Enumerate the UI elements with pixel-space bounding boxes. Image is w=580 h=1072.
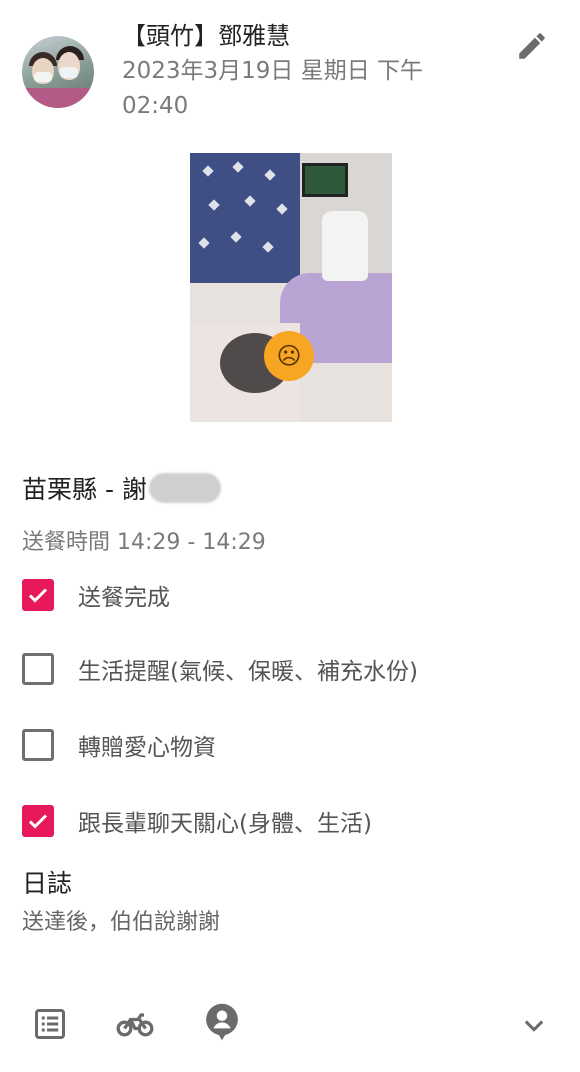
check-icon xyxy=(28,814,48,829)
client-label: 苗栗縣 - 謝 xyxy=(22,475,147,504)
photo-wall xyxy=(190,153,300,293)
avatar-shirt xyxy=(22,88,94,108)
checkbox-unchecked[interactable] xyxy=(22,653,54,685)
post-header: 【頭竹】鄧雅慧 2023年3月19日 星期日 下午 02:40 xyxy=(0,0,580,140)
chevron-down-icon xyxy=(524,1020,544,1032)
location-button[interactable] xyxy=(202,1002,242,1042)
task-delivery-complete[interactable]: 送餐完成 xyxy=(22,578,170,612)
task-label: 轉贈愛心物資 xyxy=(78,735,216,761)
photo-tv xyxy=(302,163,348,197)
photo-attachment[interactable]: ☹ xyxy=(190,153,392,422)
client-name: 苗栗縣 - 謝 xyxy=(22,470,221,506)
list-icon xyxy=(35,1009,65,1039)
task-label: 跟長輩聊天關心(身體、生活) xyxy=(78,811,372,837)
photo-bag xyxy=(322,211,368,281)
log-text: 送達後，伯伯說謝謝 xyxy=(22,910,221,935)
delivery-button[interactable] xyxy=(115,1004,155,1044)
avatar-mask-right xyxy=(60,67,78,78)
log-title: 日誌 xyxy=(22,869,73,898)
edit-button[interactable] xyxy=(512,26,552,66)
avatar-mask-left xyxy=(34,72,52,82)
delivery-time: 送餐時間 14:29 - 14:29 xyxy=(22,530,266,555)
task-label: 生活提醒(氣候、保暖、補充水份) xyxy=(78,659,418,685)
pencil-icon xyxy=(519,33,545,59)
redacted-name-blur xyxy=(148,473,221,503)
task-label: 送餐完成 xyxy=(78,585,170,611)
motorcycle-icon xyxy=(116,1013,154,1037)
task-chat-care[interactable]: 跟長輩聊天關心(身體、生活) xyxy=(22,804,372,838)
author-avatar[interactable] xyxy=(22,36,94,108)
list-button[interactable] xyxy=(30,1004,70,1044)
location-person-icon xyxy=(206,1003,238,1041)
face-cover-emoji-icon: ☹ xyxy=(264,331,314,381)
checkbox-checked[interactable] xyxy=(22,579,54,611)
author-name: 【頭竹】鄧雅慧 xyxy=(122,22,290,50)
post-timestamp: 2023年3月19日 星期日 下午 02:40 xyxy=(122,58,424,119)
checkbox-unchecked[interactable] xyxy=(22,729,54,761)
task-life-reminder[interactable]: 生活提醒(氣候、保暖、補充水份) xyxy=(22,652,418,686)
check-icon xyxy=(28,588,48,603)
task-donate-supplies[interactable]: 轉贈愛心物資 xyxy=(22,728,216,762)
checkbox-checked[interactable] xyxy=(22,805,54,837)
expand-button[interactable] xyxy=(514,1005,554,1045)
